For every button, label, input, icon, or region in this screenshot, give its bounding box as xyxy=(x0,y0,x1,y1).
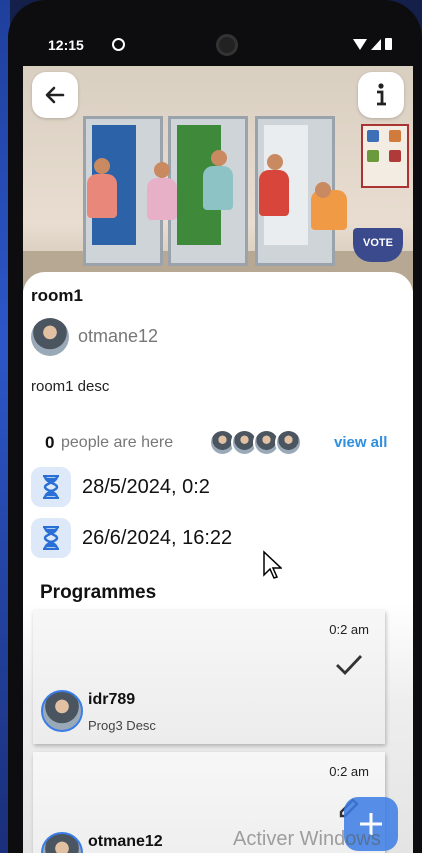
check-icon[interactable] xyxy=(335,654,363,676)
room-title: room1 xyxy=(31,286,83,305)
voter-figure xyxy=(147,178,177,220)
poster-photo xyxy=(389,150,401,162)
app-notification-icon xyxy=(112,38,125,51)
poster-photo xyxy=(389,130,401,142)
signal-icon xyxy=(371,38,381,50)
owner-avatar[interactable] xyxy=(31,318,69,356)
voter-figure xyxy=(311,190,347,230)
end-date: 26/6/2024, 16:22 xyxy=(82,527,233,549)
programme-time: 0:2 am xyxy=(329,622,369,637)
poster-photo xyxy=(367,130,379,142)
programme-time: 0:2 am xyxy=(329,764,369,779)
people-label: people are here xyxy=(61,434,174,451)
room-description: room1 desc xyxy=(31,378,110,395)
end-date-row: 26/6/2024, 16:22 xyxy=(31,518,391,558)
mouse-cursor-icon xyxy=(263,550,282,579)
front-camera xyxy=(216,34,238,56)
status-bar: 12:15 xyxy=(30,30,420,60)
programme-description: Prog3 Desc xyxy=(88,718,156,733)
people-count: 0 xyxy=(45,433,55,452)
voter-head xyxy=(211,150,227,166)
back-button[interactable] xyxy=(32,72,78,118)
start-date-row: 28/5/2024, 0:2 xyxy=(31,467,391,507)
hourglass-icon xyxy=(31,467,71,507)
arrow-left-icon xyxy=(45,86,65,104)
programmes-title: Programmes xyxy=(40,582,157,603)
poster-photo xyxy=(367,150,379,162)
start-date: 28/5/2024, 0:2 xyxy=(82,476,210,498)
participant-avatar xyxy=(275,429,302,456)
battery-icon xyxy=(385,38,392,50)
voter-head xyxy=(267,154,283,170)
info-button[interactable] xyxy=(358,72,404,118)
view-all-link[interactable]: view all xyxy=(334,434,387,451)
programme-user: idr789 xyxy=(88,691,136,708)
voter-head xyxy=(154,162,170,178)
ballot-box: VOTE xyxy=(353,228,403,262)
owner-name[interactable]: otmane12 xyxy=(78,326,158,347)
room-details-card: room1 otmane12 room1 desc 0 people are h… xyxy=(23,272,413,853)
voter-figure xyxy=(203,166,233,210)
participants-row: 0 people are here view all xyxy=(45,427,395,457)
voter-figure xyxy=(87,174,117,218)
status-icons xyxy=(353,38,392,50)
wifi-icon xyxy=(353,38,367,50)
programme-avatar xyxy=(41,690,83,732)
hourglass-icon xyxy=(31,518,71,558)
app-screen: VOTE room1 otmane12 room1 desc 0 people … xyxy=(23,66,413,853)
voter-head xyxy=(94,158,110,174)
info-icon xyxy=(377,83,386,106)
hourglass-glyph xyxy=(43,475,59,499)
hourglass-glyph xyxy=(43,526,59,550)
windows-activation-watermark: Activer Windows xyxy=(233,828,381,850)
room-cover-image: VOTE xyxy=(23,66,413,291)
participant-avatars xyxy=(209,427,309,457)
voter-head xyxy=(315,182,331,198)
programme-avatar xyxy=(41,832,83,853)
election-poster xyxy=(361,124,409,188)
programme-user: otmane12 xyxy=(88,833,163,850)
programme-card[interactable]: 0:2 am idr789 Prog3 Desc xyxy=(33,610,385,744)
voter-figure xyxy=(259,170,289,216)
status-time: 12:15 xyxy=(48,37,84,53)
